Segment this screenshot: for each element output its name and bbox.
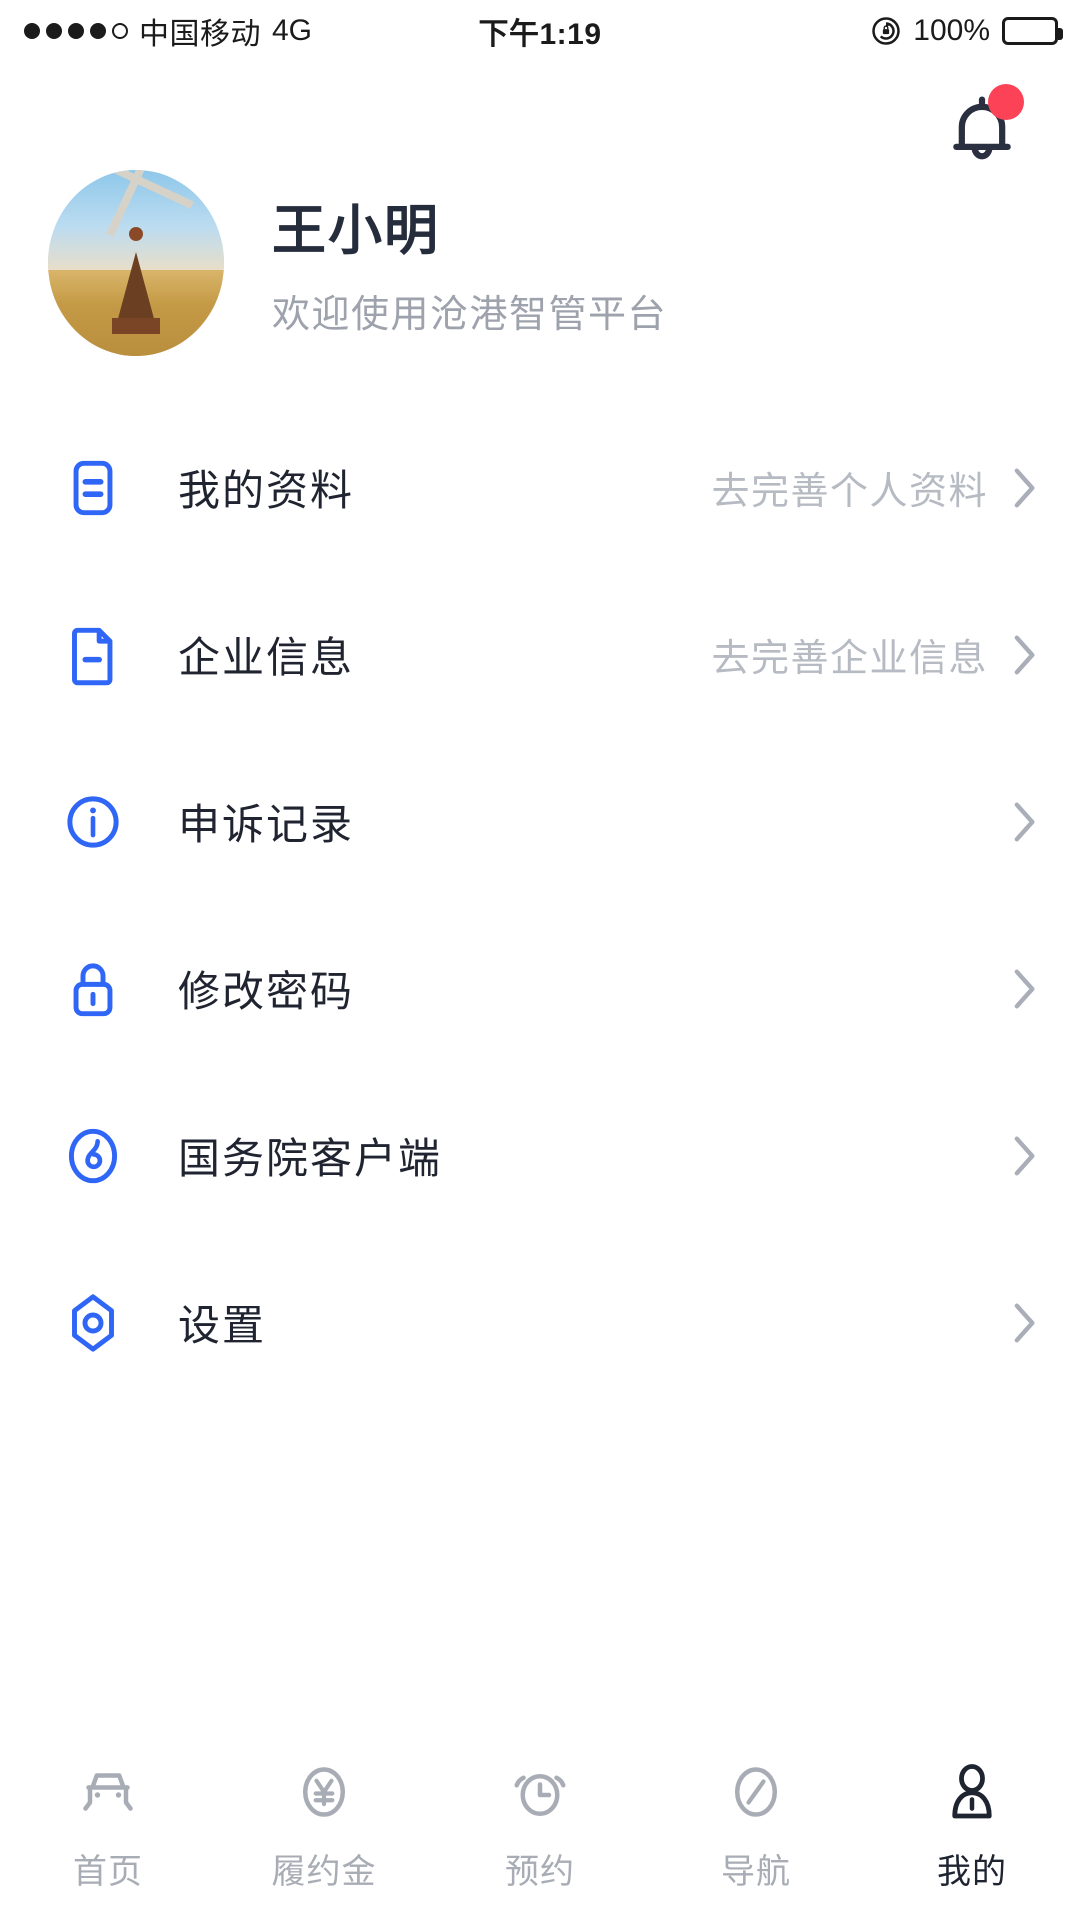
settings-hexagon-icon [56,1286,130,1360]
profile-text: 王小明 欢迎使用沧港智管平台 [272,170,667,334]
tab-navigation[interactable]: 导航 [648,1756,864,1893]
battery-full-icon [1002,17,1063,45]
menu-item-appeal-records[interactable]: 申诉记录 [0,738,1080,905]
tab-label: 预约 [505,1853,575,1891]
menu-item-label: 国务院客户端 [178,1135,443,1182]
bottom-tab-bar: 首页 履约金 预约 导航 我的 [0,1742,1080,1920]
tab-deposit[interactable]: 履约金 [216,1756,432,1893]
menu-item-right[interactable] [988,1303,1036,1343]
alarm-clock-icon [504,1756,576,1828]
avatar[interactable] [48,170,224,356]
chevron-right-icon [1014,635,1035,674]
chevron-right-icon [1014,802,1035,841]
menu-item-label: 设置 [178,1302,267,1349]
menu-item-hint: 去完善个人资料 [711,471,988,513]
menu-item-right[interactable] [988,802,1036,842]
menu-item-right[interactable]: 去完善企业信息 [711,627,1036,682]
user-name: 王小明 [272,201,440,261]
menu-item-settings[interactable]: 设置 [0,1239,1080,1406]
menu-item-label: 修改密码 [178,968,355,1015]
menu-item-label: 企业信息 [178,634,355,681]
status-bar-right: 100% [871,14,1063,48]
tab-home[interactable]: 首页 [0,1756,216,1893]
tab-reservation[interactable]: 预约 [432,1756,648,1893]
info-circle-icon [56,785,130,859]
tab-label: 履约金 [271,1853,377,1891]
tab-label: 导航 [721,1853,791,1891]
car-icon [72,1756,144,1828]
notification-badge [988,84,1024,120]
menu-item-label: 申诉记录 [178,801,355,848]
menu-item-my-profile[interactable]: 我的资料 去完善个人资料 [0,404,1080,571]
document-lines-icon [56,451,130,525]
menu-item-right[interactable] [988,1136,1036,1176]
battery-percent-label: 100% [913,14,990,47]
person-icon [936,1756,1008,1828]
menu-item-change-password[interactable]: 修改密码 [0,905,1080,1072]
menu-list: 我的资料 去完善个人资料 企业信息 去完善企业信息 申诉记录 修改密码 国务院客… [0,404,1080,1406]
welcome-message: 欢迎使用沧港智管平台 [272,294,668,336]
rotation-lock-icon [871,16,901,46]
state-council-swirl-icon [56,1119,130,1193]
notification-button[interactable] [938,84,1026,172]
yen-circle-icon [288,1756,360,1828]
tab-label: 我的 [937,1853,1007,1891]
tab-label: 首页 [73,1853,143,1891]
menu-item-hint: 去完善企业信息 [711,638,988,680]
chevron-right-icon [1014,969,1035,1008]
menu-item-right[interactable]: 去完善个人资料 [711,460,1036,515]
menu-item-label: 我的资料 [178,467,355,514]
compass-icon [720,1756,792,1828]
chevron-right-icon [1014,1136,1035,1175]
menu-item-state-council-app[interactable]: 国务院客户端 [0,1072,1080,1239]
chevron-right-icon [1014,468,1035,507]
app-screen: 中国移动 4G 下午1:19 100% 王小明 欢迎使用沧港智管平台 我的资料 … [0,0,1080,1920]
chevron-right-icon [1014,1303,1035,1342]
lock-icon [56,952,130,1026]
menu-item-company-info[interactable]: 企业信息 去完善企业信息 [0,571,1080,738]
profile-header: 王小明 欢迎使用沧港智管平台 [48,170,667,356]
tab-mine[interactable]: 我的 [864,1756,1080,1893]
file-minus-icon [56,618,130,692]
menu-item-right[interactable] [988,969,1036,1009]
status-bar: 中国移动 4G 下午1:19 100% [0,0,1080,62]
